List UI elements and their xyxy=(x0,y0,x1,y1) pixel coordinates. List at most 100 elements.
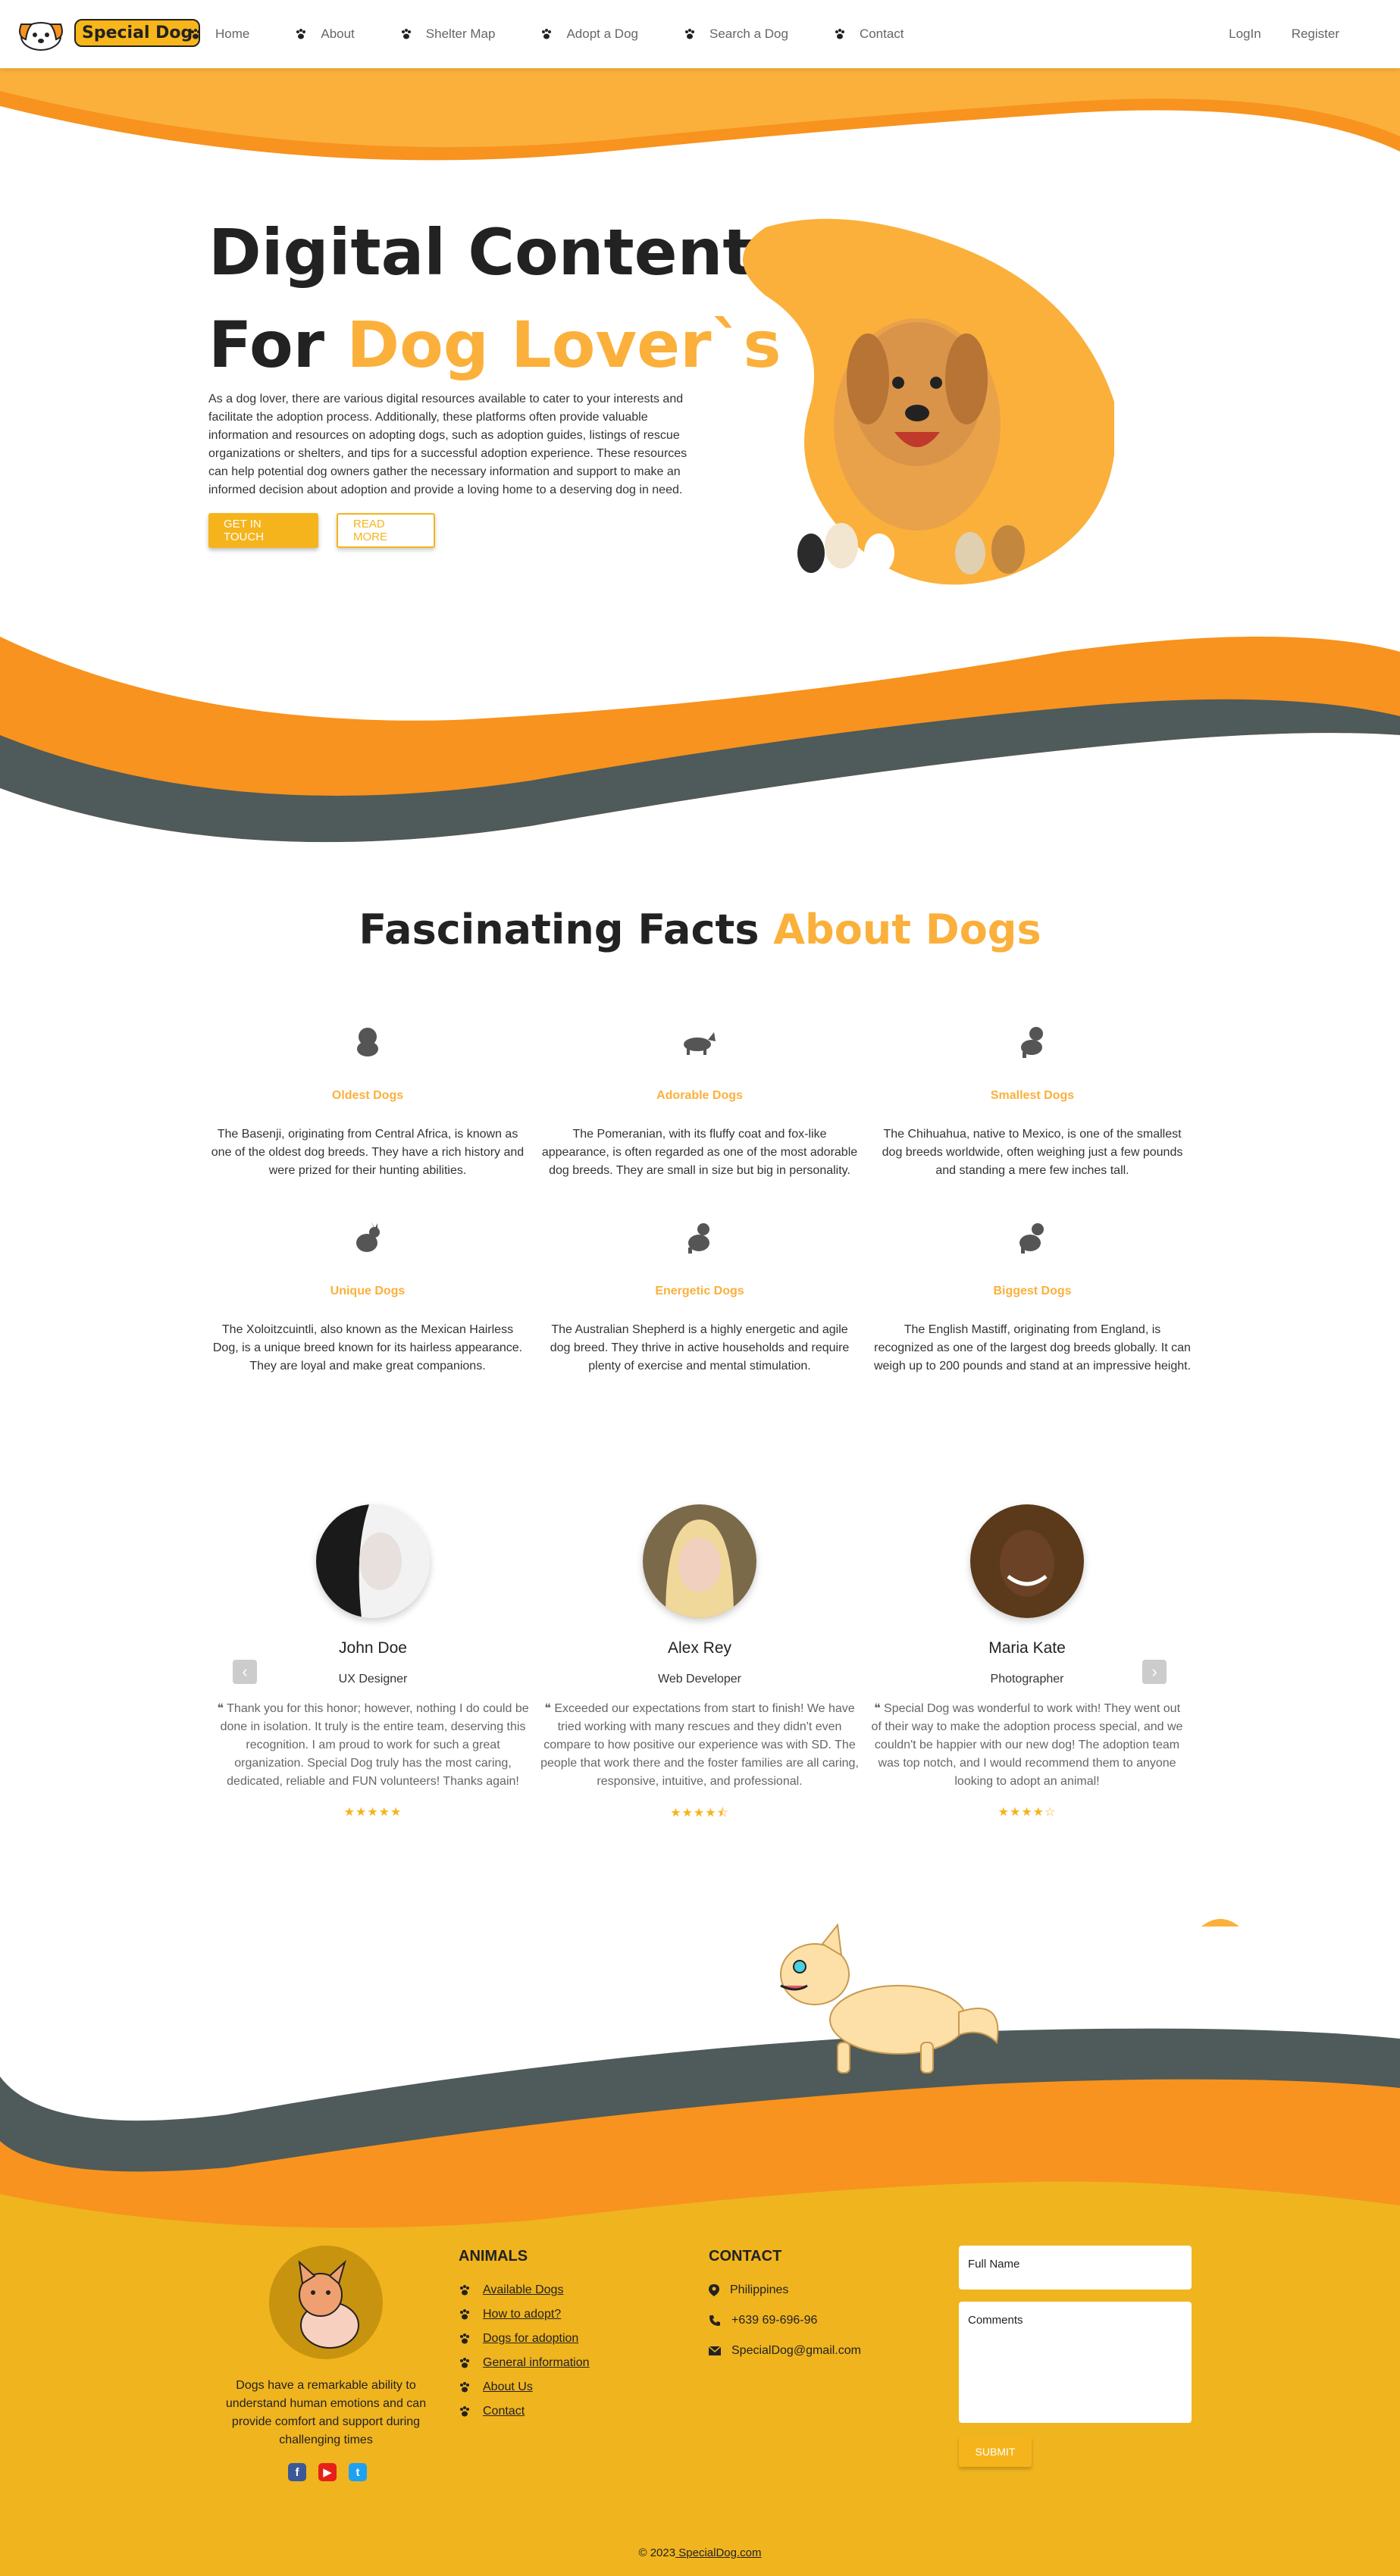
fact-title: Biggest Dogs xyxy=(993,1285,1072,1297)
hero-buttons: GET IN TOUCH READ MORE xyxy=(208,513,435,548)
paw-icon xyxy=(401,29,411,39)
footer-link[interactable]: General information xyxy=(459,2351,590,2375)
fact-card: Biggest Dogs The English Mastiff, origin… xyxy=(873,1219,1192,1376)
hero-description: As a dog lover, there are various digita… xyxy=(208,393,687,496)
paw-icon xyxy=(460,2358,469,2368)
auth-links: LogIn Register xyxy=(1229,0,1339,68)
footer-about-text: Dogs have a remarkable ability to unders… xyxy=(225,2379,427,2446)
submit-button[interactable]: SUBMIT xyxy=(959,2437,1032,2467)
nav-label: About xyxy=(321,27,355,41)
paw-icon xyxy=(460,2406,469,2417)
paw-icon xyxy=(542,29,552,39)
testimonial-card: Maria Kate Photographer ❝ Special Dog wa… xyxy=(868,1504,1186,1820)
testimonial-card: John Doe UX Designer ❝ Thank you for thi… xyxy=(214,1504,532,1820)
nav-label: Search a Dog xyxy=(709,27,788,41)
nav-label: Shelter Map xyxy=(425,27,496,41)
nav-home[interactable]: Home xyxy=(189,27,249,42)
animals-heading: ANIMALS xyxy=(459,2248,528,2265)
testimonial-name: Alex Rey xyxy=(667,1639,732,1657)
dog-silhouette-icon xyxy=(357,1028,378,1056)
facts-title: Fascinating Facts xyxy=(359,906,774,953)
footer-link[interactable]: About Us xyxy=(459,2375,590,2399)
testimonial-quote-text: Special Dog was wonderful to work with! … xyxy=(871,1702,1183,1788)
contact-email: SpecialDog@gmail.com xyxy=(709,2344,861,2358)
testimonial-card: Alex Rey Web Developer ❝ Exceeded our ex… xyxy=(540,1504,859,1825)
nav-label: Home xyxy=(215,27,250,41)
fact-card: Oldest Dogs The Basenji, originating fro… xyxy=(208,1023,527,1180)
avatar xyxy=(643,1504,756,1618)
footer-link-label[interactable]: Contact xyxy=(483,2405,525,2418)
footer-link-label[interactable]: How to adopt? xyxy=(483,2308,561,2321)
comments-textarea[interactable]: Comments xyxy=(959,2302,1192,2423)
nav-label: Adopt a Dog xyxy=(566,27,638,41)
testimonial-role: UX Designer xyxy=(338,1673,408,1686)
dog-logo-icon xyxy=(19,22,63,51)
contact-phone-text: +639 69-696-96 xyxy=(731,2314,818,2327)
hero-title: Digital Content For Dog Lover`s xyxy=(208,206,781,391)
facebook-icon[interactable]: f xyxy=(288,2463,306,2481)
testimonial-quote: ❝ Exceeded our expectations from start t… xyxy=(540,1700,859,1791)
dog-silhouette-icon xyxy=(1021,1027,1043,1058)
paw-icon xyxy=(460,2382,469,2393)
footer-link[interactable]: How to adopt? xyxy=(459,2302,590,2327)
footer-link-label[interactable]: Dogs for adoption xyxy=(483,2332,578,2346)
nav-search[interactable]: Search a Dog xyxy=(684,27,788,42)
contact-email-text: SpecialDog@gmail.com xyxy=(731,2344,861,2357)
nav-contact[interactable]: Contact xyxy=(834,27,904,42)
get-in-touch-button[interactable]: GET IN TOUCH xyxy=(208,513,318,548)
fact-title: Smallest Dogs xyxy=(990,1089,1075,1102)
footer-link[interactable]: Contact xyxy=(459,2399,590,2424)
contact-phone: +639 69-696-96 xyxy=(709,2314,817,2327)
brand-logo[interactable]: Special Dog xyxy=(14,14,201,52)
footer-link[interactable]: Dogs for adoption xyxy=(459,2327,590,2351)
rating-stars: ★★★★☆ xyxy=(998,1806,1057,1819)
footer-link-label[interactable]: About Us xyxy=(483,2380,533,2394)
nav-shelter-map[interactable]: Shelter Map xyxy=(400,27,496,42)
nav-links: Home About Shelter Map Adopt a Dog Searc… xyxy=(189,0,904,68)
footer-link-label[interactable]: Available Dogs xyxy=(483,2283,563,2297)
twitter-icon[interactable]: t xyxy=(349,2463,367,2481)
fact-card: Energetic Dogs The Australian Shepherd i… xyxy=(540,1219,859,1376)
dog-silhouette-icon xyxy=(356,1222,380,1252)
read-more-button[interactable]: READ MORE xyxy=(337,513,435,548)
fact-text: The Xoloitzcuintli, also known as the Me… xyxy=(212,1323,523,1373)
nav-about[interactable]: About xyxy=(295,27,355,42)
animals-links: Available Dogs How to adopt? Dogs for ad… xyxy=(459,2278,590,2424)
fact-text: The Chihuahua, native to Mexico, is one … xyxy=(882,1128,1183,1177)
cartoon-dog-illustration xyxy=(780,1923,999,2074)
contact-heading: CONTACT xyxy=(709,2248,782,2265)
testimonial-quote: ❝ Special Dog was wonderful to work with… xyxy=(868,1700,1186,1791)
paw-icon xyxy=(460,2333,469,2344)
fact-title: Energetic Dogs xyxy=(655,1285,744,1297)
social-links: f ▶ t xyxy=(288,2463,367,2481)
envelope-icon xyxy=(709,2346,721,2355)
paw-icon xyxy=(191,29,200,39)
nav-adopt[interactable]: Adopt a Dog xyxy=(540,27,638,42)
quote-icon: ❝ xyxy=(544,1702,555,1715)
register-link[interactable]: Register xyxy=(1292,27,1339,42)
cartoon-dog-peek-illustration xyxy=(1201,1919,1239,1927)
fact-text: The English Mastiff, originating from En… xyxy=(873,1323,1192,1373)
brand-name: Special Dog xyxy=(74,18,201,47)
fact-card: Adorable Dogs The Pomeranian, with its f… xyxy=(540,1023,859,1180)
youtube-icon[interactable]: ▶ xyxy=(318,2463,337,2481)
fact-title: Adorable Dogs xyxy=(656,1089,743,1102)
dog-silhouette-icon xyxy=(1019,1223,1044,1254)
map-pin-icon xyxy=(709,2284,719,2296)
footer-link-label[interactable]: General information xyxy=(483,2356,590,2370)
contact-location-text: Philippines xyxy=(730,2283,789,2296)
hero-title-line1: Digital Content xyxy=(208,215,753,290)
login-link[interactable]: LogIn xyxy=(1229,27,1261,42)
rating-stars: ★★★★★ xyxy=(343,1806,402,1819)
footer-link[interactable]: Available Dogs xyxy=(459,2278,590,2302)
footer-dog-avatar xyxy=(269,2246,383,2359)
phone-icon xyxy=(709,2315,720,2326)
fact-card: Smallest Dogs The Chihuahua, native to M… xyxy=(873,1023,1192,1180)
avatar xyxy=(970,1504,1084,1618)
testimonial-name: Maria Kate xyxy=(988,1639,1066,1657)
full-name-input[interactable]: Full Name xyxy=(959,2246,1192,2290)
quote-icon: ❝ xyxy=(873,1702,885,1715)
dog-silhouette-icon xyxy=(688,1223,709,1254)
dog-silhouette-icon xyxy=(684,1032,716,1055)
copyright-link[interactable]: SpecialDog.com xyxy=(675,2546,761,2559)
